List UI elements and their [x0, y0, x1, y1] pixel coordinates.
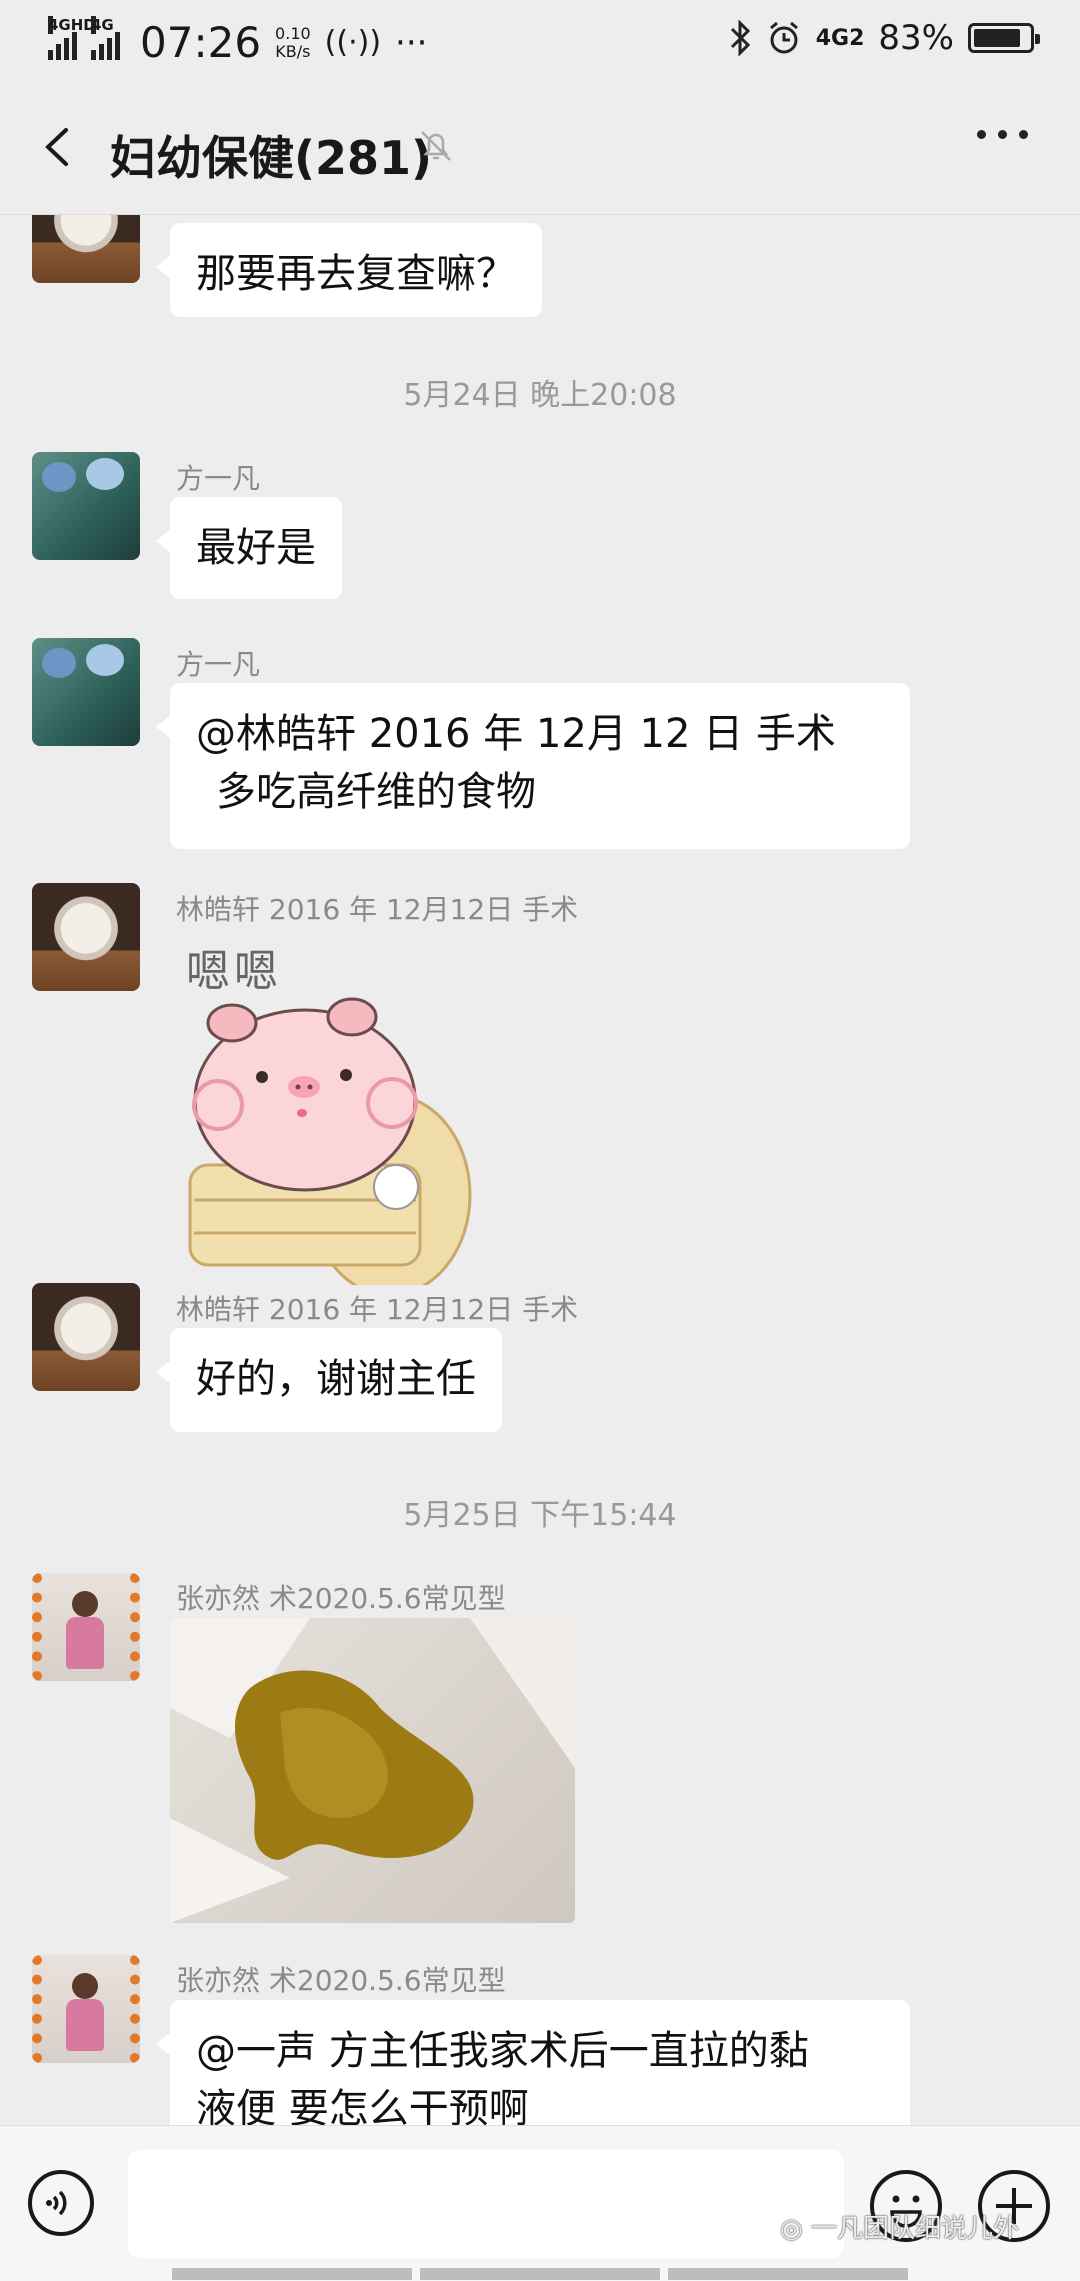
avatar[interactable]: [32, 1573, 140, 1681]
avatar[interactable]: [32, 215, 140, 283]
sender-name: 张亦然 术2020.5.6常见型: [176, 1582, 506, 1615]
clock: 07:26: [140, 18, 262, 67]
sender-name: 方一凡: [176, 648, 261, 681]
message-line: 多吃高纤维的食物: [216, 769, 536, 815]
message-line: @林皓轩 2016 年 12月 12 日 手术: [196, 711, 836, 757]
bell-off-icon: [421, 131, 451, 161]
sender-name: 林皓轩 2016 年 12月12日 手术: [176, 1293, 579, 1326]
watermark: ◎ 一凡团队细说儿外: [780, 2208, 1019, 2245]
signal-sim2-icon: 4G: [91, 15, 120, 60]
message-bubble[interactable]: 好的，谢谢主任: [156, 1328, 502, 1432]
timestamp: 5月25日 下午15:44: [403, 1498, 677, 1533]
message-input[interactable]: [128, 2150, 844, 2258]
message-bubble[interactable]: 最好是: [156, 497, 342, 599]
message-line: @一声 方主任我家术后一直拉的黏: [196, 2028, 809, 2074]
message-bubble[interactable]: 那要再去复查嘛？: [156, 223, 542, 317]
chat-header: 妇幼保健(281): [0, 84, 1080, 215]
network-speed: 0.10 KB/s: [275, 23, 311, 61]
avatar[interactable]: [32, 1955, 140, 2063]
avatar[interactable]: [32, 452, 140, 560]
message-list[interactable]: 那要再去复查嘛？ 5月24日 晚上20:08 方一凡 最好是 方一凡 @林皓轩 …: [0, 215, 1080, 2125]
sender-name: 方一凡: [176, 462, 261, 495]
chat-title[interactable]: 妇幼保健(281): [110, 122, 432, 188]
avatar[interactable]: [32, 883, 140, 991]
more-dots-icon[interactable]: [977, 130, 1028, 139]
voice-icon[interactable]: [28, 2170, 94, 2236]
hotspot-icon: ((·)): [324, 25, 382, 60]
message-line: 液便 要怎么干预啊: [196, 2086, 529, 2125]
alarm-icon: [769, 21, 798, 54]
network-type-label: 4G2: [815, 25, 865, 51]
more-notifications-icon: ···: [395, 22, 428, 63]
pig-sticker[interactable]: [180, 995, 480, 1285]
avatar[interactable]: [32, 1283, 140, 1391]
avatar[interactable]: [32, 638, 140, 746]
sim2-label: 4G: [91, 15, 114, 34]
image-message[interactable]: [170, 1618, 575, 1923]
signal-sim1-icon: 4GHD: [48, 15, 96, 60]
sender-name: 林皓轩 2016 年 12月12日 手术: [176, 893, 579, 926]
message-bubble[interactable]: @林皓轩 2016 年 12月 12 日 手术 多吃高纤维的食物: [156, 683, 910, 849]
timestamp: 5月24日 晚上20:08: [403, 378, 677, 413]
sim1-label: 4GHD: [48, 15, 96, 34]
status-bar: 4GHD 4G 07:26 0.10 KB/s ((·)) ··· 4G2 83…: [0, 0, 1080, 84]
input-bar: ◎ 一凡团队细说儿外: [0, 2125, 1080, 2281]
wechat-logo-icon: ◎: [780, 2214, 803, 2244]
bluetooth-icon: [730, 20, 750, 56]
chevron-left-icon[interactable]: [34, 122, 84, 172]
watermark-text: 一凡团队细说儿外: [810, 2214, 1019, 2244]
sender-name: 张亦然 术2020.5.6常见型: [176, 1964, 506, 1997]
battery-percent: 83%: [878, 18, 954, 58]
stool-photo: [170, 1618, 575, 1923]
navigation-bar: [0, 2268, 1080, 2280]
message-bubble[interactable]: @一声 方主任我家术后一直拉的黏 液便 要怎么干预啊: [156, 2000, 910, 2125]
speed-value: 0.10: [275, 23, 311, 43]
sticker-caption: 嗯嗯: [186, 946, 282, 997]
battery-icon: [968, 23, 1040, 53]
speed-unit: KB/s: [275, 41, 311, 61]
